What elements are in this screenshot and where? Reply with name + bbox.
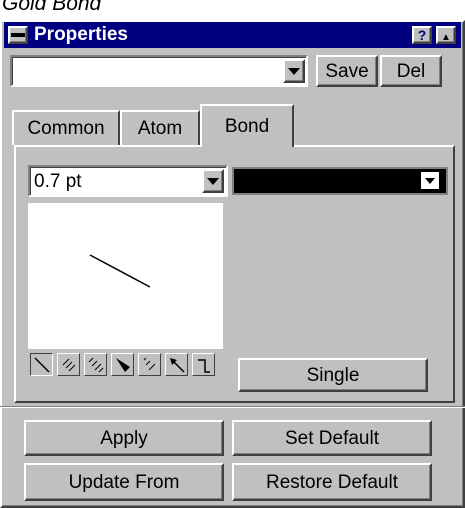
del-button[interactable]: Del — [380, 55, 442, 87]
dashed-bond-button[interactable] — [84, 353, 107, 376]
collapse-icon: ▲ — [441, 32, 451, 43]
divider — [0, 406, 465, 408]
wedge-bond-button[interactable] — [111, 353, 134, 376]
crossed-bond-icon — [197, 358, 210, 373]
style-combo[interactable] — [10, 55, 308, 87]
plain-bond-icon — [33, 356, 50, 373]
arrow-bond-icon — [169, 357, 185, 373]
set-default-button[interactable]: Set Default — [232, 420, 432, 456]
bond-preview-line — [89, 254, 151, 288]
crossed-bond-button[interactable] — [192, 353, 215, 376]
bond-color-dropdown-button[interactable] — [421, 172, 439, 189]
help-icon: ? — [417, 27, 427, 43]
wedge-bond-icon — [115, 357, 130, 372]
caption-label: Gold Bond — [2, 0, 102, 15]
bond-type-label: Single — [238, 358, 428, 392]
bond-preview — [28, 203, 223, 349]
bond-color-select[interactable] — [232, 167, 448, 195]
chevron-down-icon — [425, 177, 435, 184]
collapse-button[interactable]: ▲ — [436, 26, 456, 44]
tab-bond[interactable]: Bond — [200, 104, 294, 147]
update-from-button[interactable]: Update From — [24, 463, 224, 501]
system-menu-bar-icon — [11, 33, 25, 37]
line-width-value: 0.7 pt — [34, 171, 82, 192]
dashed-bond-icon — [88, 357, 103, 372]
bond-type-toolbar — [30, 353, 230, 379]
apply-button[interactable]: Apply — [24, 420, 224, 456]
hashed-wedge-bond-icon — [143, 357, 155, 370]
help-button[interactable]: ? — [412, 26, 432, 44]
hashed-bond-icon — [62, 358, 75, 371]
save-button[interactable]: Save — [316, 55, 378, 87]
restore-default-button[interactable]: Restore Default — [232, 463, 432, 501]
chevron-down-icon — [288, 67, 300, 75]
chevron-down-icon — [207, 177, 219, 185]
style-dropdown-button[interactable] — [283, 59, 305, 83]
tab-atom[interactable]: Atom — [120, 110, 200, 145]
line-width-dropdown-button[interactable] — [202, 169, 224, 193]
hashed-bond-button[interactable] — [57, 353, 80, 376]
arrow-bond-button[interactable] — [165, 353, 188, 376]
plain-bond-button[interactable] — [30, 353, 53, 376]
tab-common[interactable]: Common — [12, 110, 120, 145]
line-width-select[interactable]: 0.7 pt — [28, 165, 228, 197]
window-title: Properties — [34, 24, 128, 45]
hashed-wedge-bond-button[interactable] — [138, 353, 161, 376]
